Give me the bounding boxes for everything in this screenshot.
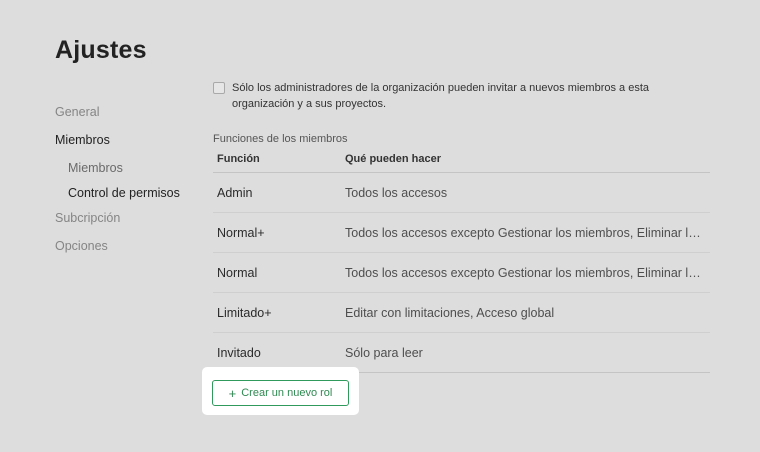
role-permissions: Sólo para leer	[345, 345, 423, 360]
role-permissions: Todos los accesos	[345, 185, 448, 200]
roles-section-label: Funciones de los miembros	[213, 133, 348, 145]
sidebar-subitem-members[interactable]: Miembros	[55, 158, 205, 183]
sidebar-item-subscription[interactable]: Subcripción	[55, 208, 205, 236]
create-role-button[interactable]: + Crear un nuevo rol	[212, 380, 349, 406]
table-row[interactable]: Limitado+ Editar con limitaciones, Acces…	[213, 293, 710, 333]
sidebar-item-options[interactable]: Opciones	[55, 236, 205, 264]
invite-only-admins-checkbox[interactable]	[213, 82, 225, 94]
table-row[interactable]: Admin Todos los accesos	[213, 173, 710, 213]
role-permissions: Todos los accesos excepto Gestionar los …	[345, 225, 710, 240]
role-name: Admin	[217, 185, 253, 200]
role-permissions: Todos los accesos excepto Gestionar los …	[345, 265, 710, 280]
role-name: Limitado+	[217, 305, 272, 320]
table-header: Función Qué pueden hacer	[213, 150, 710, 173]
invite-setting-row: Sólo los administradores de la organizac…	[213, 80, 710, 112]
create-role-button-label: Crear un nuevo rol	[241, 387, 333, 399]
role-name: Normal+	[217, 225, 265, 240]
sidebar-item-members[interactable]: Miembros	[55, 130, 205, 158]
table-row[interactable]: Normal Todos los accesos excepto Gestion…	[213, 253, 710, 293]
sidebar-item-general[interactable]: General	[55, 102, 205, 130]
invite-only-admins-label[interactable]: Sólo los administradores de la organizac…	[232, 80, 702, 112]
role-name: Normal	[217, 265, 258, 280]
plus-icon: +	[228, 385, 237, 401]
table-row[interactable]: Normal+ Todos los accesos excepto Gestio…	[213, 213, 710, 253]
roles-table: Función Qué pueden hacer Admin Todos los…	[213, 150, 710, 373]
page-title: Ajustes	[55, 36, 147, 64]
create-role-highlight: + Crear un nuevo rol	[202, 367, 359, 415]
sidebar-subitem-permissions[interactable]: Control de permisos	[55, 183, 205, 208]
column-header-permissions: Qué pueden hacer	[345, 153, 441, 165]
role-permissions: Editar con limitaciones, Acceso global	[345, 305, 555, 320]
column-header-role: Función	[217, 153, 260, 165]
role-name: Invitado	[217, 345, 261, 360]
settings-sidebar: General Miembros Miembros Control de per…	[55, 102, 205, 264]
permissions-panel: Sólo los administradores de la organizac…	[213, 80, 710, 373]
